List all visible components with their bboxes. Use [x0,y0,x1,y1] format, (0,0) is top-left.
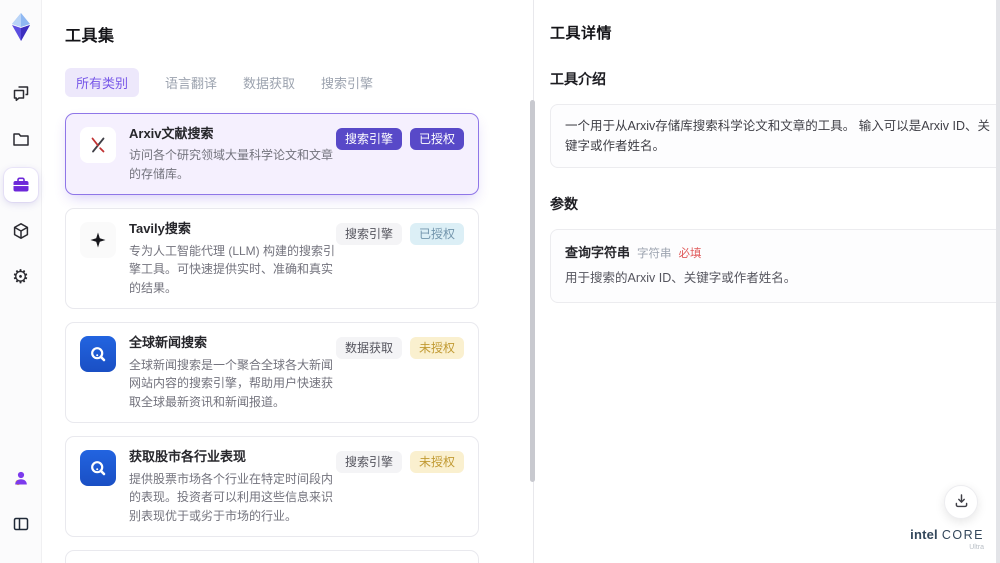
toolbox-icon [11,175,31,195]
tavily-star-icon [80,222,116,259]
blue-search-logo-icon [80,336,116,373]
intel-wordmark: intel [910,526,938,542]
status-badge: 已授权 [409,223,464,246]
core-wordmark: CORE [941,527,984,542]
page-title: 工具集 [65,28,115,45]
sidebar-item-account[interactable] [4,461,38,495]
cube-icon [11,221,31,241]
param-type: 字符串 [637,248,672,260]
arxiv-logo-icon [80,127,116,163]
category-badge: 数据获取 [335,337,402,360]
tool-card-tavily[interactable]: Tavily搜索 专为人工智能代理 (LLM) 构建的搜索引擎工具。可快速提供实… [65,208,479,310]
blue-search-logo-icon [80,450,116,487]
tool-list: Arxiv文献搜索 访问各个研究领域大量科学论文和文章的存储库。 搜索引擎 已授… [65,113,479,563]
series-label: Ultra [969,544,984,551]
detail-title: 工具详情 [550,25,613,42]
tool-description: 访问各个研究领域大量科学论文和文章的存储库。 [129,148,334,181]
param-name: 查询字符串 [565,245,631,260]
tool-description: 专为人工智能代理 (LLM) 构建的搜索引擎工具。可快速提供实时、准确和真实的结… [129,243,336,295]
tool-card-global-news[interactable]: 全球新闻搜索 全球新闻搜索是一个聚合全球各大新闻网站内容的搜索引擎，帮助用户快速… [65,322,479,424]
intro-heading: 工具介绍 [550,71,606,87]
tool-card-active-stocks[interactable]: 获取市场最活跃股票信息 提供当天交易量最高的股票列表。投资者可以利用这些信息来识… [65,550,479,563]
category-badge: 搜索引擎 [335,451,402,474]
panel-toggle-icon [11,514,31,534]
tab-all-categories[interactable]: 所有类别 [65,68,140,97]
tool-description: 提供股票市场各个行业在特定时间段内的表现。投资者可以利用这些信息来识别表现优于或… [129,471,334,523]
tool-name: Arxiv文献搜索 [129,126,214,141]
download-button[interactable] [944,485,978,519]
tool-intro-text: 一个用于从Arxiv存储库搜索科学论文和文章的工具。 输入可以是Arxiv ID… [550,104,1000,168]
tool-name: 全球新闻搜索 [129,335,208,351]
app-logo [8,12,34,42]
sidebar-item-settings[interactable]: ⚙ [4,260,38,294]
status-badge: 未授权 [409,337,464,360]
status-badge: 未授权 [409,451,464,474]
tab-data-fetch[interactable]: 数据获取 [243,73,295,92]
sidebar-item-files[interactable] [4,122,38,156]
chat-icon [11,83,31,103]
folder-icon [11,129,31,149]
tool-description: 全球新闻搜索是一个聚合全球各大新闻网站内容的搜索引擎，帮助用户快速获取全球最新资… [129,357,334,409]
tool-card-arxiv[interactable]: Arxiv文献搜索 访问各个研究领域大量科学论文和文章的存储库。 搜索引擎 已授… [65,113,479,196]
window-edge-scrollbar[interactable] [996,0,1000,563]
parameter-item: 查询字符串 字符串 必填 用于搜索的Arxiv ID、关键字或作者姓名。 [550,229,1000,303]
category-tabs: 所有类别 语言翻译 数据获取 搜索引擎 [65,68,505,97]
avatar-icon [11,468,31,488]
sidebar-item-plugins[interactable] [4,214,38,248]
intel-core-logo: intel CORE Ultra [910,528,984,552]
tab-search-engine[interactable]: 搜索引擎 [321,73,373,92]
tool-name: Tavily搜索 [129,221,191,237]
tool-card-sector-performance[interactable]: 获取股市各行业表现 提供股票市场各个行业在特定时间段内的表现。投资者可以利用这些… [65,436,479,538]
params-heading: 参数 [550,196,578,212]
tool-name: 获取股市各行业表现 [129,449,247,465]
tab-language-translation[interactable]: 语言翻译 [165,73,217,92]
status-badge: 已授权 [409,128,464,150]
download-icon [953,492,970,512]
sidebar-item-chat[interactable] [4,76,38,110]
sidebar-item-tools[interactable] [3,168,38,202]
param-description: 用于搜索的Arxiv ID、关键字或作者姓名。 [565,271,797,285]
param-required-flag: 必填 [678,248,702,260]
tool-detail-panel: 工具详情 工具介绍 一个用于从Arxiv存储库搜索科学论文和文章的工具。 输入可… [534,0,1000,563]
category-badge: 搜索引擎 [335,128,402,150]
sidebar-item-collapse[interactable] [4,507,38,541]
sidebar: ⚙ [0,0,42,563]
category-badge: 搜索引擎 [335,223,402,246]
tool-list-panel: 工具集 所有类别 语言翻译 数据获取 搜索引擎 Arxiv文献搜索 访问各个研究… [42,0,535,563]
gear-icon: ⚙ [11,265,30,288]
app-window: ⚙ 工具集 所有类别 语言翻译 数据获取 搜索引擎 Arxiv文献搜索 访问各个… [0,0,1000,563]
